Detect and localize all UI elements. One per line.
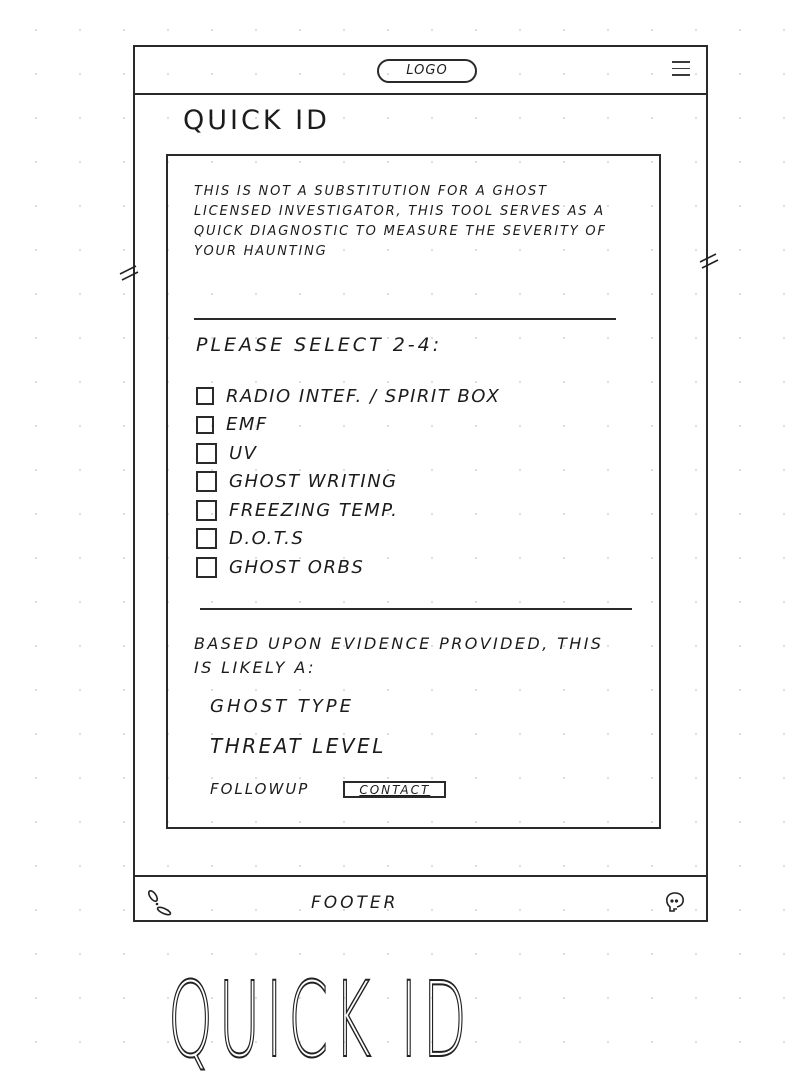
checkbox[interactable] [196,471,217,493]
threat-level-result: THREAT LEVEL [210,734,386,758]
phone-frame: LOGO QUICK ID THIS IS NOT A SUBSTITUTION… [133,45,708,922]
evidence-option-dots[interactable]: D.O.T.S [196,525,500,554]
option-label: D.O.T.S [229,528,305,550]
quick-id-card: THIS IS NOT A SUBSTITUTION FOR A GHOST L… [166,154,661,829]
header: LOGO [135,47,706,95]
result-intro-text: BASED UPON EVIDENCE PROVIDED, THIS IS LI… [194,634,604,677]
footer-label: FOOTER [311,893,399,913]
evidence-option-ghost-orbs[interactable]: GHOST ORBS [196,553,500,582]
ghost-footprints-icon [147,889,172,916]
skull-icon[interactable] [664,891,686,913]
evidence-option-emf[interactable]: EMF [196,411,500,440]
evidence-option-freezing-temp[interactable]: FREEZING TEMP. [196,496,500,525]
followup-label: FOLLOWUP [210,780,310,798]
evidence-option-radio-spirit-box[interactable]: RADIO INTEF. / SPIRIT BOX [196,382,500,411]
disclaimer-text: THIS IS NOT A SUBSTITUTION FOR A GHOST L… [194,184,607,259]
checkbox[interactable] [196,442,217,464]
select-instruction: PLEASE SELECT 2-4: [196,334,443,356]
page-title: QUICK ID [183,105,330,136]
divider [194,318,616,320]
checkbox[interactable] [196,387,214,406]
checkbox[interactable] [196,415,214,434]
evidence-option-uv[interactable]: UV [196,439,500,468]
contact-button[interactable]: CONTACT [343,780,447,798]
logo[interactable]: LOGO [377,59,477,83]
option-label: RADIO INTEF. / SPIRIT BOX [226,385,501,407]
ghost-type-result: GHOST TYPE [210,696,355,717]
followup-row: FOLLOWUP CONTACT [210,780,447,798]
break-mark-icon [699,253,719,269]
option-label: UV [229,442,258,464]
evidence-checklist: RADIO INTEF. / SPIRIT BOX EMF UV GHOST W… [196,382,500,582]
evidence-option-ghost-writing[interactable]: GHOST WRITING [196,468,500,497]
hamburger-menu-icon[interactable] [672,61,690,77]
divider [200,608,632,610]
checkbox[interactable] [196,499,217,521]
sketch-title: QUICK ID [167,959,473,1081]
checkbox[interactable] [196,556,217,578]
option-label: GHOST ORBS [229,556,365,578]
option-label: FREEZING TEMP. [229,499,399,521]
break-mark-icon [119,265,139,281]
footer: FOOTER [135,875,706,920]
option-label: EMF [226,414,268,436]
checkbox[interactable] [196,528,217,550]
option-label: GHOST WRITING [229,471,398,493]
